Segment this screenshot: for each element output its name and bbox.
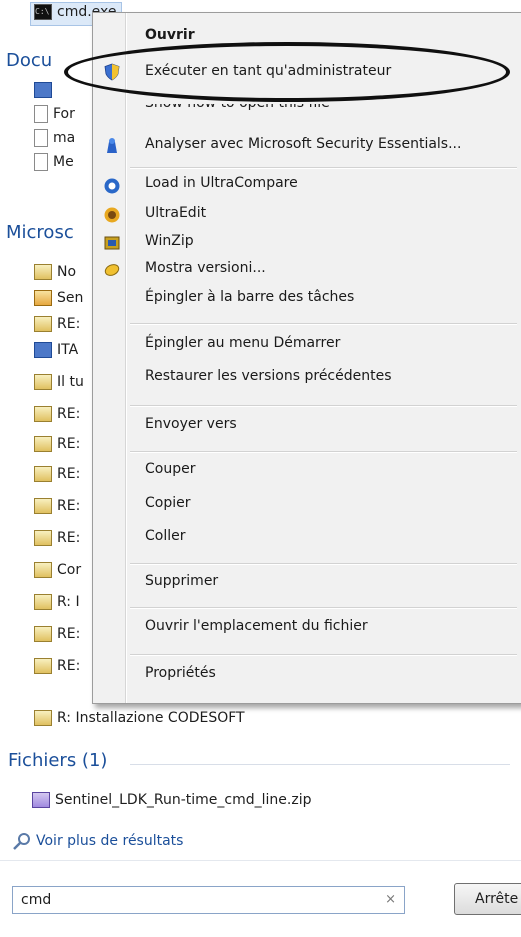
envelope-icon [34, 316, 52, 332]
category-divider [130, 764, 510, 765]
security-essentials-icon [107, 138, 117, 153]
list-item[interactable]: Il tu [34, 370, 84, 394]
menu-item-paste[interactable]: Coller [145, 528, 186, 544]
menu-separator [130, 451, 517, 453]
list-item[interactable]: No [34, 260, 76, 284]
menu-item-pin-taskbar[interactable]: Épingler à la barre des tâches [145, 289, 354, 305]
menu-separator [130, 563, 517, 565]
cmd-icon: C:\ [34, 4, 52, 20]
highlight-ellipse [64, 42, 510, 102]
envelope-icon [34, 626, 52, 642]
envelope-icon [34, 406, 52, 422]
envelope-icon [34, 498, 52, 514]
envelope-icon [34, 658, 52, 674]
menu-separator [130, 405, 517, 407]
list-item[interactable]: R: Installazione CODESOFT [34, 706, 245, 730]
menu-item-open-location[interactable]: Ouvrir l'emplacement du fichier [145, 618, 368, 634]
document-icon [34, 153, 48, 171]
word-doc-icon [34, 82, 52, 98]
list-item[interactable]: RE: [34, 312, 80, 336]
menu-separator [130, 323, 517, 325]
document-icon [34, 105, 48, 123]
envelope-icon [34, 264, 52, 280]
list-item[interactable]: RE: [34, 494, 80, 518]
list-item[interactable]: RE: [34, 432, 80, 456]
menu-item-delete[interactable]: Supprimer [145, 573, 218, 589]
list-item[interactable]: ma [34, 126, 75, 150]
ultraedit-icon [104, 207, 120, 223]
list-item[interactable]: R: I [34, 590, 80, 614]
winzip-icon [104, 236, 120, 250]
task-icon [34, 290, 52, 306]
list-item[interactable] [34, 78, 57, 102]
menu-separator [130, 607, 517, 609]
calendar-icon [34, 342, 52, 358]
menu-separator [130, 654, 517, 656]
divider [0, 860, 521, 861]
list-item[interactable]: For [34, 102, 75, 126]
category-documents: Docu [6, 50, 53, 71]
envelope-icon [34, 594, 52, 610]
zip-icon [32, 792, 50, 808]
menu-item-analyze[interactable]: Analyser avec Microsoft Security Essenti… [145, 136, 461, 152]
menu-item-ultraedit[interactable]: UltraEdit [145, 205, 206, 221]
clear-search-icon[interactable]: × [385, 892, 396, 907]
menu-item-open[interactable]: Ouvrir [145, 27, 195, 43]
more-results-link[interactable]: Voir plus de résultats [12, 832, 183, 850]
menu-item-winzip[interactable]: WinZip [145, 233, 194, 249]
list-item[interactable]: RE: [34, 654, 80, 678]
ultracompare-icon [104, 178, 120, 194]
envelope-icon [34, 530, 52, 546]
context-menu: Ouvrir Exécuter en tant qu'administrateu… [92, 12, 521, 704]
menu-item-send-to[interactable]: Envoyer vers [145, 416, 237, 432]
list-item[interactable]: RE: [34, 402, 80, 426]
category-files: Fichiers (1) [8, 750, 108, 771]
menu-item-copy[interactable]: Copier [145, 495, 191, 511]
list-item[interactable]: RE: [34, 526, 80, 550]
category-microsoft: Microsc [6, 222, 74, 243]
search-value: cmd [21, 892, 52, 908]
envelope-icon [34, 436, 52, 452]
list-item[interactable]: Cor [34, 558, 81, 582]
list-item[interactable]: RE: [34, 462, 80, 486]
menu-separator [130, 167, 517, 169]
list-item[interactable]: Me [34, 150, 74, 174]
menu-item-cut[interactable]: Couper [145, 461, 195, 477]
menu-item-ultracompare[interactable]: Load in UltraCompare [145, 175, 298, 191]
list-item[interactable]: RE: [34, 622, 80, 646]
search-input[interactable]: cmd × [12, 886, 405, 914]
search-icon [13, 833, 30, 850]
envelope-icon [34, 562, 52, 578]
document-icon [34, 129, 48, 147]
stop-button[interactable]: Arrête [454, 883, 521, 915]
file-result[interactable]: Sentinel_LDK_Run-time_cmd_line.zip [32, 788, 311, 812]
list-item[interactable]: ITA [34, 338, 78, 362]
envelope-icon [34, 466, 52, 482]
menu-item-restore-versions[interactable]: Restaurer les versions précédentes [145, 368, 392, 384]
list-item[interactable]: Sen [34, 286, 83, 310]
envelope-icon [34, 710, 52, 726]
menu-gutter-highlight [126, 13, 127, 703]
menu-item-versions[interactable]: Mostra versioni... [145, 260, 266, 276]
menu-item-pin-start[interactable]: Épingler au menu Démarrer [145, 335, 340, 351]
menu-item-properties[interactable]: Propriétés [145, 665, 216, 681]
versions-icon [104, 264, 120, 276]
envelope-icon [34, 374, 52, 390]
